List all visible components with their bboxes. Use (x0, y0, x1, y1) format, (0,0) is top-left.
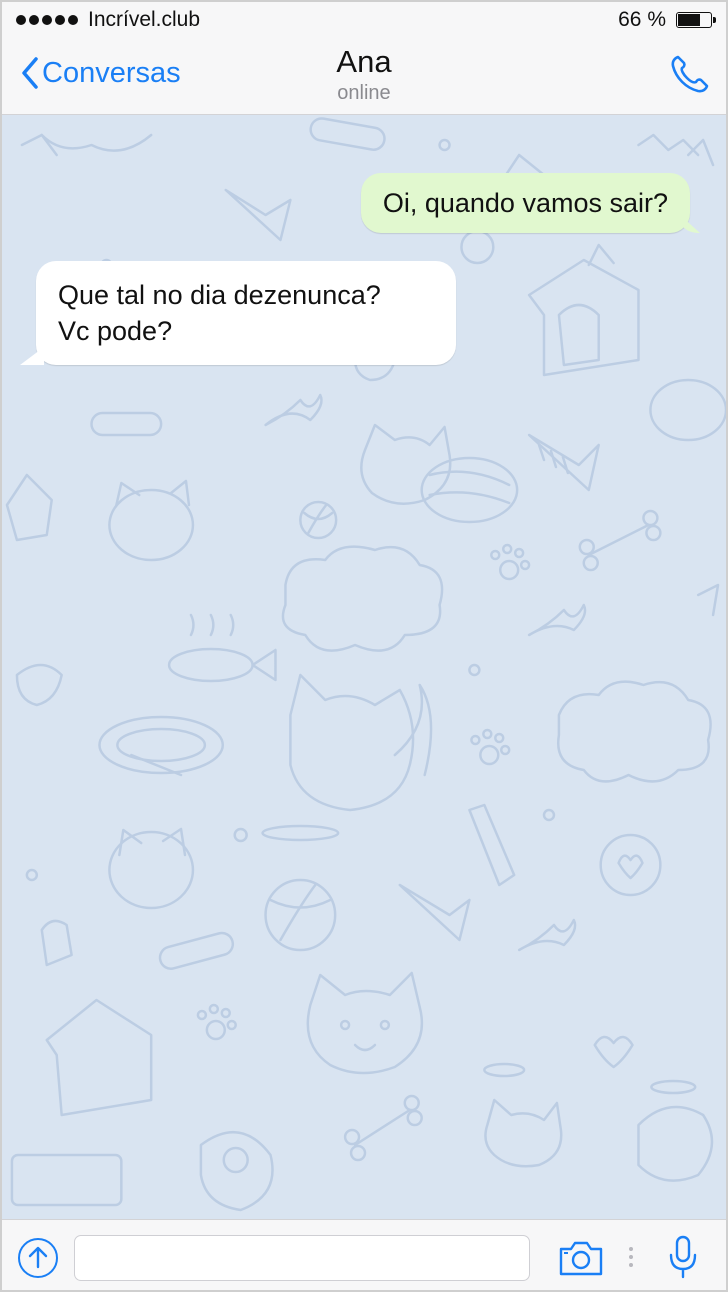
message-bubble-outgoing[interactable]: Oi, quando vamos sair? (360, 173, 690, 233)
upload-icon (18, 1238, 58, 1278)
battery-icon (676, 12, 716, 28)
message-input-bar (2, 1219, 726, 1290)
message-text-line-1: Que tal no dia dezenunca? (58, 280, 381, 310)
message-input[interactable] (74, 1235, 530, 1281)
microphone-button[interactable] (668, 1234, 698, 1285)
signal-strength-icon (16, 15, 78, 25)
battery-percentage: 66 % (618, 8, 666, 31)
message-text: Oi, quando vamos sair? (382, 188, 668, 218)
phone-icon (671, 55, 709, 93)
contact-name[interactable]: Ana (2, 44, 726, 80)
camera-button[interactable] (557, 1239, 605, 1282)
message-bubble-incoming[interactable]: Que tal no dia dezenunca? Vc pode? (36, 261, 456, 365)
message-text-line-2: Vc pode? (58, 316, 173, 346)
chat-area[interactable]: Oi, quando vamos sair? Que tal no dia de… (2, 115, 726, 1219)
divider-dots (629, 1247, 633, 1267)
camera-icon (559, 1241, 603, 1276)
phone-screen: Incrível.club 66 % Conversas Ana online (0, 0, 728, 1292)
call-button[interactable] (668, 52, 712, 101)
attach-button[interactable] (16, 1236, 60, 1285)
microphone-icon (669, 1235, 697, 1279)
contact-status: online (337, 82, 391, 104)
carrier-name: Incrível.club (88, 8, 201, 31)
navigation-bar: Conversas Ana online (2, 38, 726, 115)
status-bar: Incrível.club 66 % (2, 2, 726, 38)
